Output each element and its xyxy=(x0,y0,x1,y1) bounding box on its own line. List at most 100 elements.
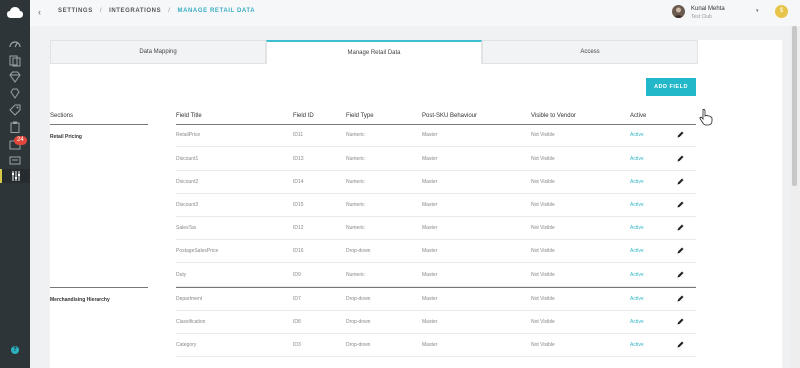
breadcrumb-current: MANAGE RETAIL DATA xyxy=(177,8,256,14)
coin-icon[interactable]: $ xyxy=(775,5,788,18)
cell-title: Discount1 xyxy=(176,156,199,162)
cell-post: Master xyxy=(422,202,438,208)
cell-id: ID11 xyxy=(293,132,304,138)
edit-pencil-icon[interactable] xyxy=(676,200,685,209)
column-header-field-title: Field Title xyxy=(176,113,202,119)
cell-visible: Not Visible xyxy=(531,296,555,302)
cell-title: RetailPrice xyxy=(176,132,201,138)
cell-id: ID13 xyxy=(293,156,304,162)
add-field-button[interactable]: ADD FIELD xyxy=(646,78,696,96)
table-row[interactable]: Category ID3 Drop-down Master Not Visible Act… xyxy=(176,334,696,357)
edit-pencil-icon[interactable] xyxy=(676,154,685,163)
tab-bar: Data Mapping Manage Retail Data Access xyxy=(50,40,782,64)
cell-title: Category xyxy=(176,342,197,348)
cell-post: Master xyxy=(422,179,438,185)
breadcrumb: SETTINGS / INTEGRATIONS / MANAGE RETAIL … xyxy=(58,8,255,14)
cell-type: Drop-down xyxy=(346,342,371,348)
column-header-visible: Visible to Vendor xyxy=(531,113,576,119)
edit-pencil-icon[interactable] xyxy=(676,294,685,303)
breadcrumb-separator: / xyxy=(99,8,103,14)
edit-pencil-icon[interactable] xyxy=(676,130,685,139)
cell-title: Classification xyxy=(176,319,206,325)
edit-pencil-icon[interactable] xyxy=(676,246,685,255)
logo-icon[interactable] xyxy=(7,7,23,19)
cell-post: Master xyxy=(422,342,438,348)
cell-active: Active xyxy=(630,156,644,162)
cell-id: ID12 xyxy=(293,225,304,231)
table-row[interactable]: Classification ID8 Drop-down Master Not Visi… xyxy=(176,311,696,334)
cell-type: Drop-down xyxy=(346,248,371,254)
edit-pencil-icon[interactable] xyxy=(676,177,685,186)
column-header-field-id: Field ID xyxy=(293,113,314,119)
column-header-post-sku: Post-SKU Behaviour xyxy=(422,113,478,119)
cell-active: Active xyxy=(630,132,644,138)
cell-visible: Not Visible xyxy=(531,225,555,231)
cell-id: ID16 xyxy=(293,248,304,254)
cell-id: ID3 xyxy=(293,342,301,348)
cell-active: Active xyxy=(630,272,644,278)
user-name[interactable]: Kunal Mehta xyxy=(691,6,725,12)
back-chevron-icon[interactable]: ‹ xyxy=(38,7,41,17)
cell-title: Discount2 xyxy=(176,179,199,185)
scrollbar[interactable] xyxy=(790,26,800,368)
tab-access[interactable]: Access xyxy=(482,40,698,64)
table-row[interactable]: SalesTax ID12 Numeric Master Not Visible Acti… xyxy=(176,217,696,240)
column-header-sections: Sections xyxy=(50,113,74,119)
cell-post: Master xyxy=(422,272,438,278)
diamond-icon[interactable] xyxy=(8,70,22,84)
tab-manage-retail-data[interactable]: Manage Retail Data xyxy=(266,40,482,64)
cell-id: ID9 xyxy=(293,272,301,278)
cell-visible: Not Visible xyxy=(531,319,555,325)
cell-post: Master xyxy=(422,132,438,138)
table-row[interactable]: Department ID7 Drop-down Master Not Visible A… xyxy=(176,288,696,311)
gem-icon[interactable] xyxy=(8,87,22,101)
table-row[interactable]: Discount1 ID13 Numeric Master Not Visible Act… xyxy=(176,148,696,171)
chevron-down-icon[interactable]: ▾ xyxy=(756,8,759,14)
main-card: Data Mapping Manage Retail Data Access A… xyxy=(50,40,782,368)
edit-pencil-icon[interactable] xyxy=(676,340,685,349)
divider xyxy=(50,287,148,288)
cell-active: Active xyxy=(630,319,644,325)
edit-pencil-icon[interactable] xyxy=(676,317,685,326)
cell-post: Master xyxy=(422,156,438,162)
column-header-active: Active xyxy=(630,113,647,119)
clipboard-icon[interactable] xyxy=(8,120,22,134)
cell-id: ID7 xyxy=(293,296,301,302)
cell-post: Master xyxy=(422,248,438,254)
cell-title: Discount3 xyxy=(176,202,199,208)
table-row[interactable]: Duty ID9 Numeric Master Not Visible Active xyxy=(176,264,696,287)
tab-data-mapping[interactable]: Data Mapping xyxy=(50,40,266,64)
cell-post: Master xyxy=(422,296,438,302)
top-header: ‹ SETTINGS / INTEGRATIONS / MANAGE RETAI… xyxy=(30,0,800,26)
avatar[interactable] xyxy=(672,5,685,18)
help-icon[interactable]: ? xyxy=(11,346,19,354)
table-row[interactable]: RetailPrice ID11 Numeric Master Not Visible A… xyxy=(176,124,696,147)
section-label: Merchandising Hierarchy xyxy=(50,297,110,303)
cell-visible: Not Visible xyxy=(531,248,555,254)
cell-type: Numeric xyxy=(346,272,365,278)
edit-pencil-icon[interactable] xyxy=(676,223,685,232)
cell-title: SalesTax xyxy=(176,225,197,231)
breadcrumb-separator: / xyxy=(168,8,171,14)
cell-visible: Not Visible xyxy=(531,179,555,185)
divider xyxy=(50,124,148,125)
cell-type: Numeric xyxy=(346,156,365,162)
settings-sliders-icon[interactable] xyxy=(0,169,30,183)
dashboard-icon[interactable] xyxy=(8,36,22,50)
edit-pencil-icon[interactable] xyxy=(676,270,685,279)
breadcrumb-settings[interactable]: SETTINGS xyxy=(58,8,93,14)
table-row[interactable]: Discount2 ID14 Numeric Master Not Visible Act… xyxy=(176,171,696,194)
table-row[interactable]: Discount3 ID15 Numeric Master Not Visible Act… xyxy=(176,194,696,217)
scrollbar-thumb[interactable] xyxy=(792,26,797,186)
cell-visible: Not Visible xyxy=(531,272,555,278)
breadcrumb-integrations[interactable]: INTEGRATIONS xyxy=(109,8,161,14)
cell-type: Numeric xyxy=(346,202,365,208)
cell-visible: Not Visible xyxy=(531,202,555,208)
section-label: Retail Pricing xyxy=(50,134,82,140)
catalog-icon[interactable] xyxy=(8,54,22,68)
messages-icon[interactable] xyxy=(8,154,22,168)
user-subtitle: Test Club xyxy=(691,14,712,20)
notification-badge: 24 xyxy=(14,136,27,145)
table-row[interactable]: PostageSalesPrice ID16 Drop-down Master Not … xyxy=(176,240,696,263)
tag-icon[interactable] xyxy=(8,103,22,117)
